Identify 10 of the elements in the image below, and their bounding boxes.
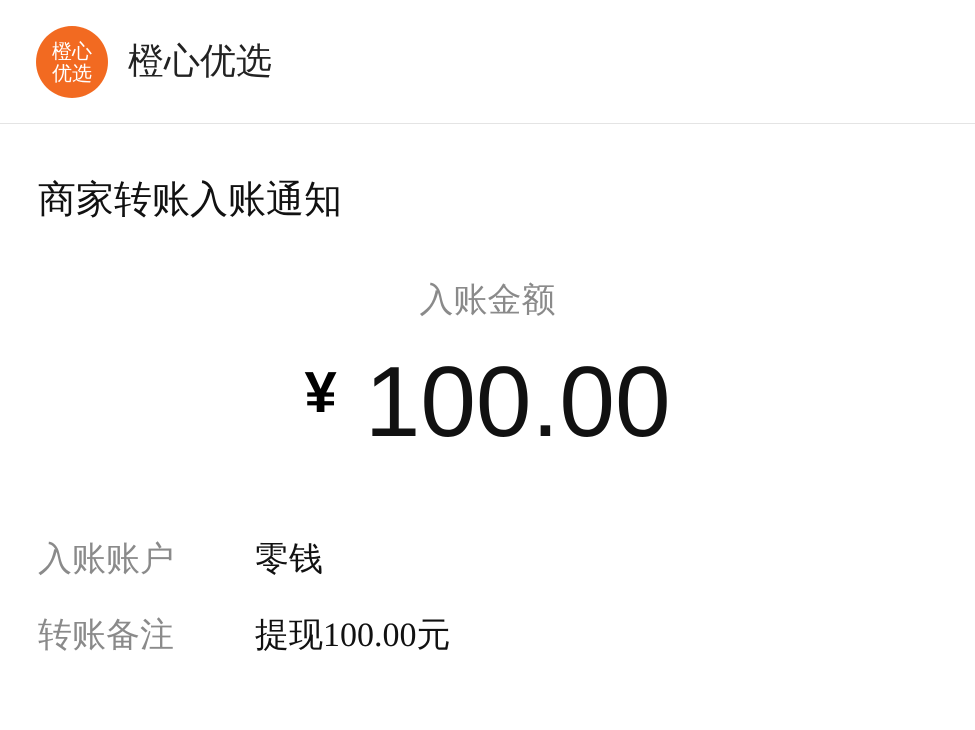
detail-value: 提现100.00元 — [255, 616, 452, 656]
amount: 100.00 — [364, 345, 671, 460]
logo-text: 橙心优选 — [52, 40, 92, 84]
merchant-name: 橙心优选 — [128, 40, 272, 83]
amount-label: 入账金额 — [420, 281, 556, 321]
notice-title: 商家转账入账通知 — [38, 178, 343, 223]
currency-symbol: ¥ — [304, 359, 337, 426]
detail-value: 零钱 — [255, 540, 324, 580]
detail-label: 入账账户 — [38, 540, 175, 580]
detail-label: 转账备注 — [38, 616, 175, 656]
